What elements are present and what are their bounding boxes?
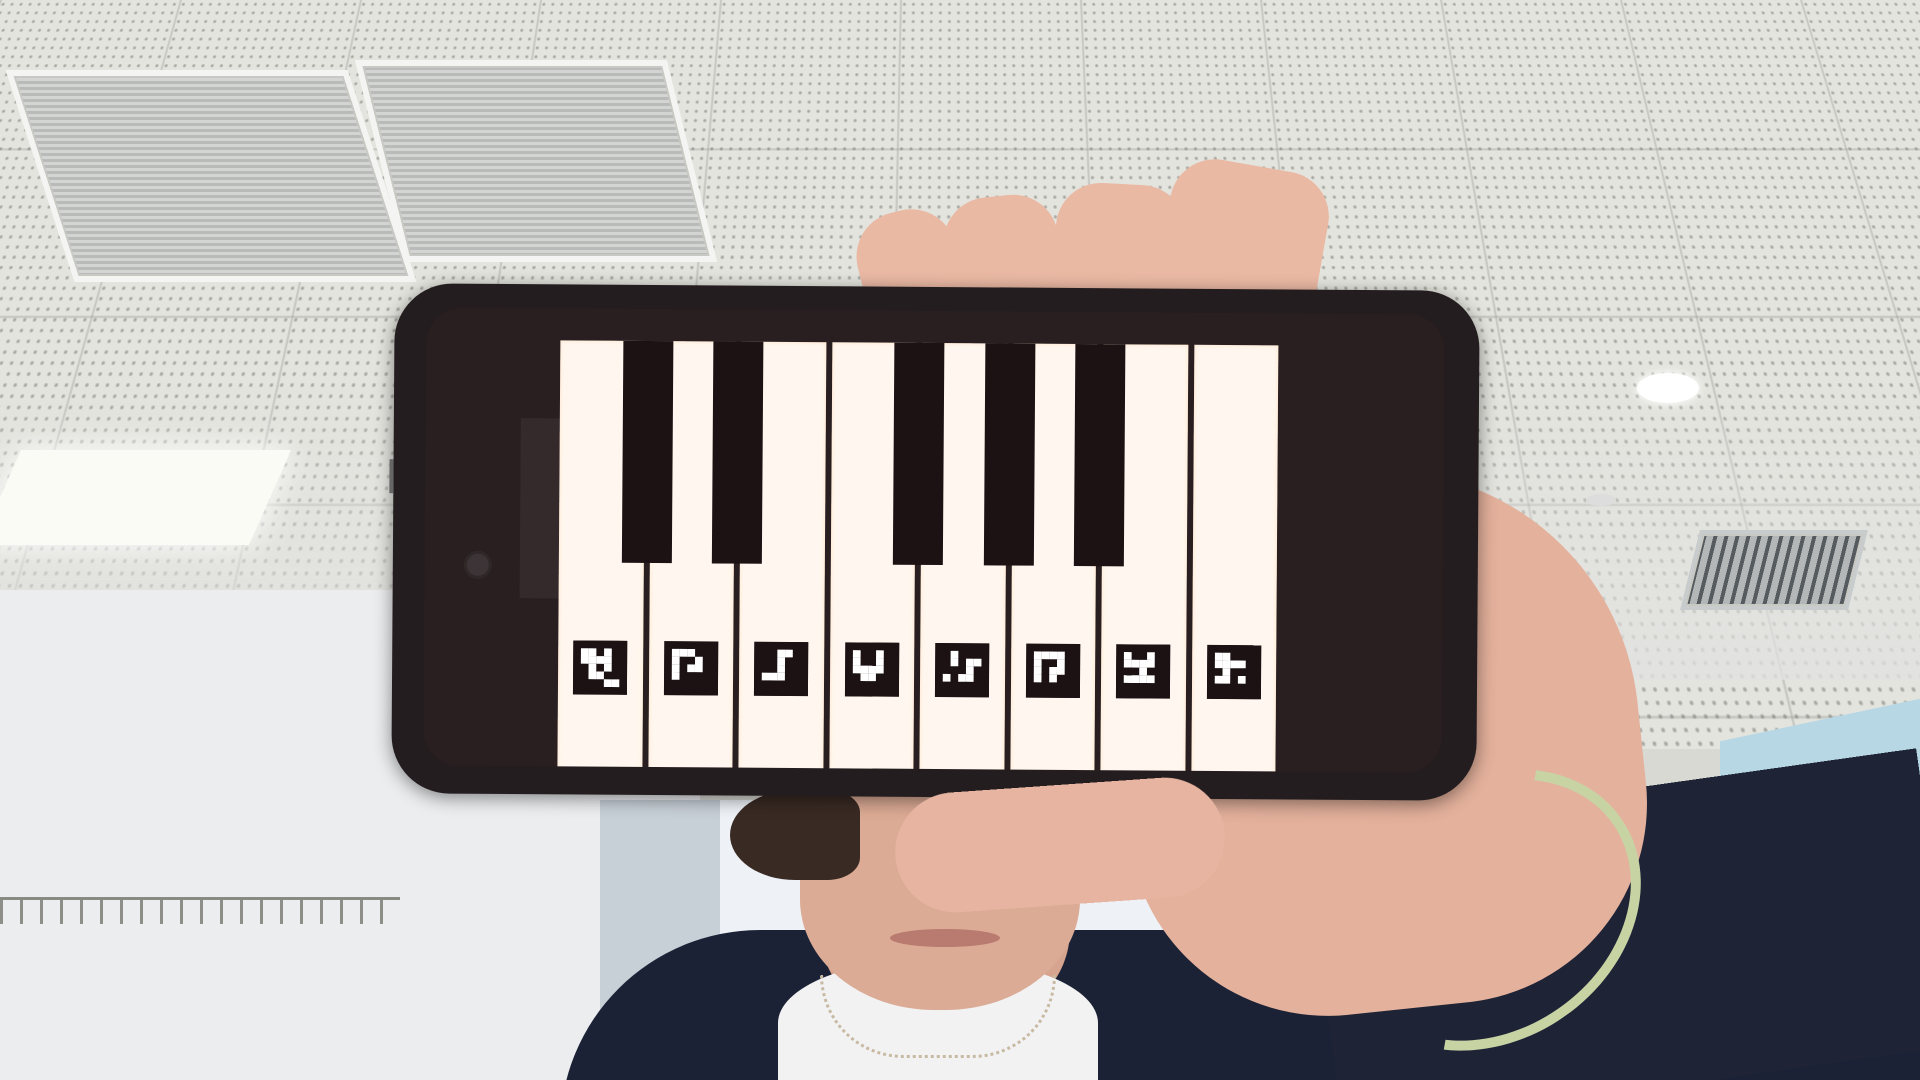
camera-icon: [466, 553, 489, 576]
ceiling-vent: [5, 70, 417, 282]
aruco-marker-icon: [1025, 643, 1081, 699]
aruco-marker-icon: [754, 641, 809, 697]
thumb: [891, 773, 1229, 917]
aruco-marker-icon: [573, 640, 628, 695]
hair: [730, 790, 860, 880]
piano-black-key[interactable]: [892, 342, 945, 566]
piano-black-key[interactable]: [1073, 343, 1126, 567]
aruco-marker-icon: [935, 643, 990, 698]
phone-side-button: [389, 459, 394, 494]
aruco-marker-icon: [1206, 644, 1262, 700]
piano-white-key[interactable]: [1190, 344, 1279, 773]
phone-screen: [423, 307, 1445, 773]
piano-black-key[interactable]: [621, 340, 673, 564]
spotlight: [1586, 494, 1616, 506]
ceiling-light: [0, 450, 292, 545]
wall-vent: [1680, 530, 1868, 610]
aruco-marker-icon: [663, 641, 719, 696]
piano-black-key[interactable]: [983, 343, 1035, 566]
aruco-marker-icon: [844, 642, 900, 697]
coat-rack: [0, 897, 400, 924]
piano-black-key[interactable]: [711, 341, 764, 564]
screen-glare: [519, 418, 561, 599]
photo-scene: [0, 0, 1920, 1080]
spotlight: [1637, 373, 1699, 403]
mouth: [890, 929, 1000, 947]
aruco-marker-icon: [1116, 644, 1171, 699]
smartphone: [389, 283, 1480, 801]
piano-keyboard[interactable]: [557, 340, 1279, 773]
ceiling-vent: [354, 60, 718, 262]
